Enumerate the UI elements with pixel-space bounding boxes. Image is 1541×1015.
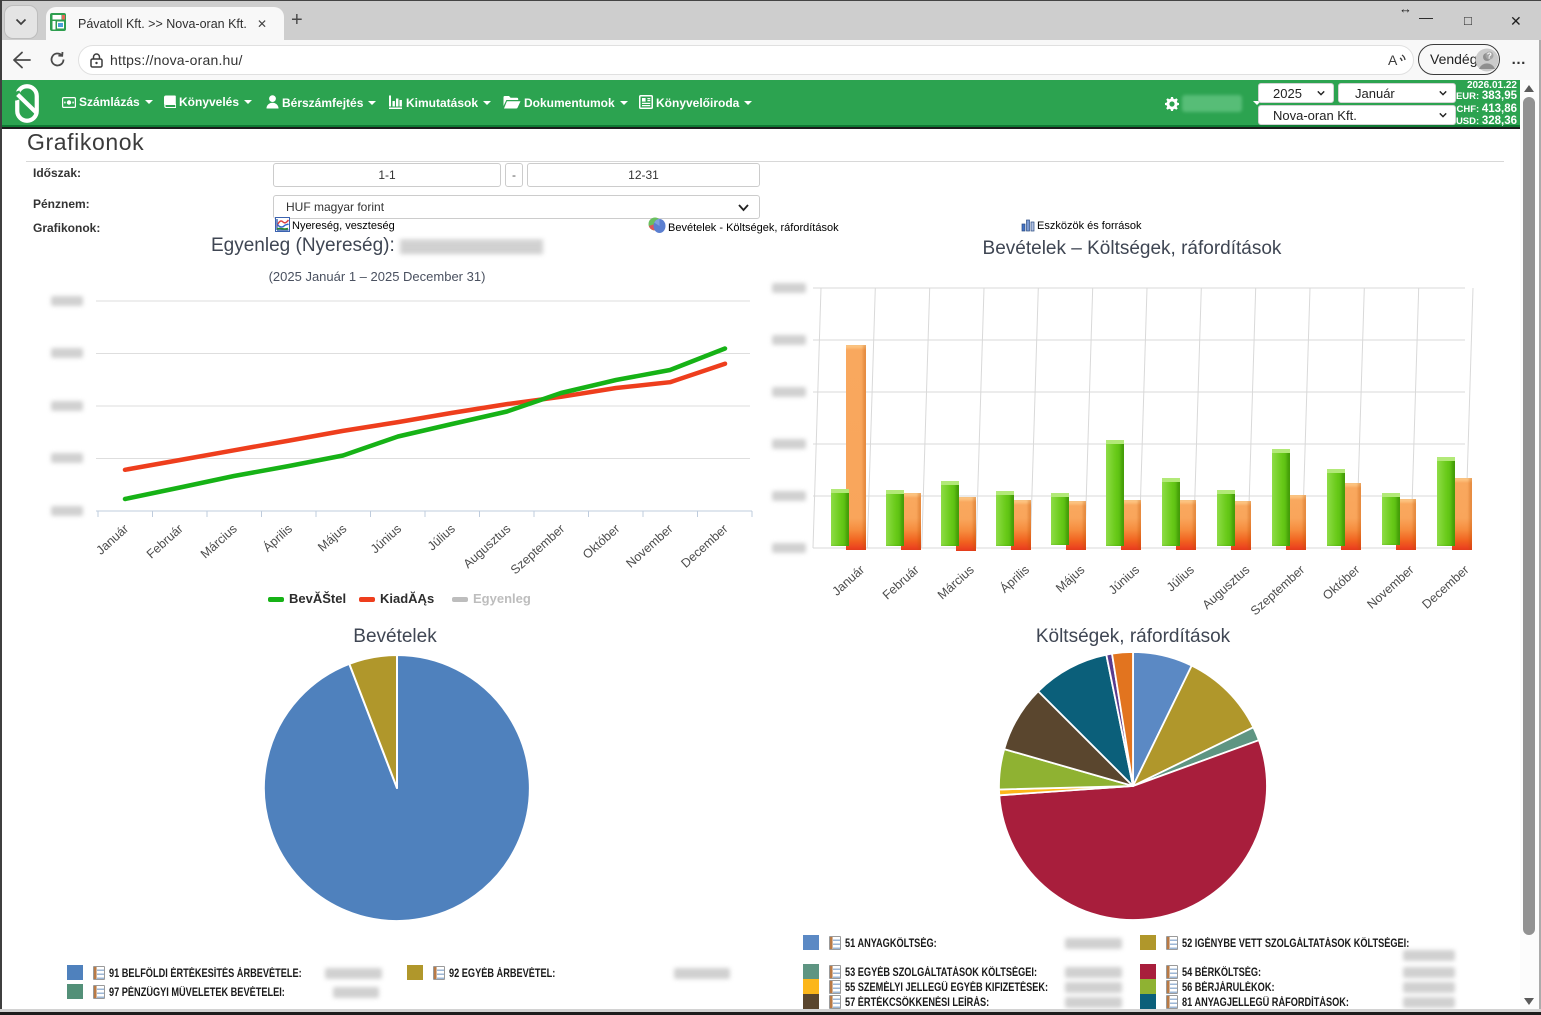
svg-text:A: A xyxy=(1388,52,1398,68)
svg-text:?: ? xyxy=(1487,51,1492,61)
